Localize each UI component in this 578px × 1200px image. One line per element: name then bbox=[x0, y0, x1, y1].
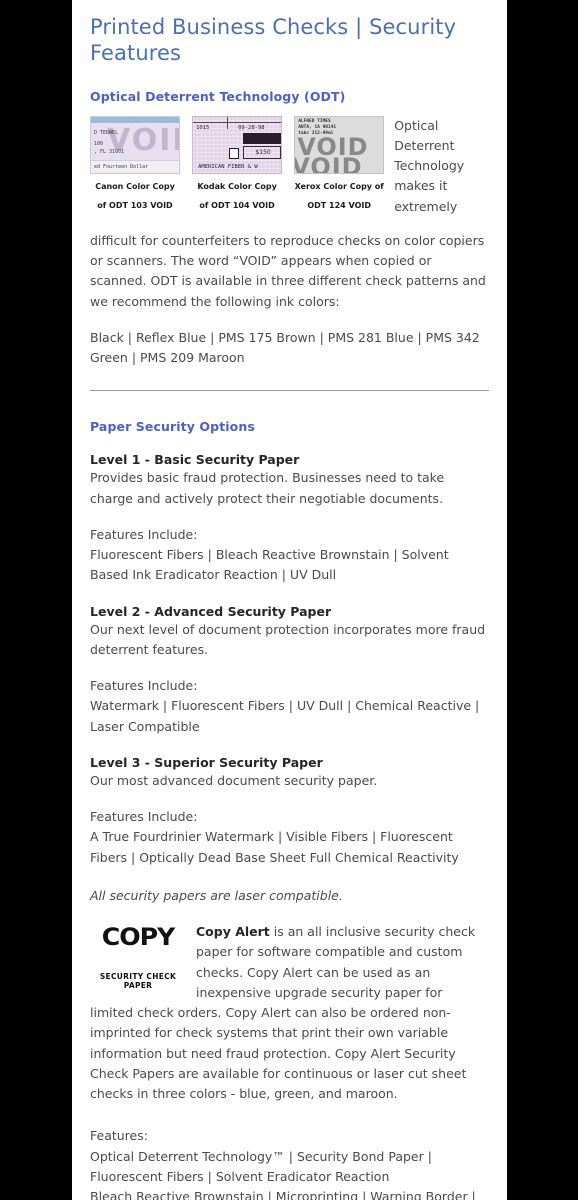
kodak-color-copy-image: 1015 09-28-98 $150 AMERICAN FIBER & W bbox=[192, 115, 283, 174]
level-3-title: Level 3 - Superior Security Paper bbox=[90, 754, 323, 770]
level-1-title: Level 1 - Basic Security Paper bbox=[90, 452, 300, 468]
check-line-1: D TERWEL bbox=[94, 129, 119, 136]
logo-word-alert: ALERT bbox=[98, 947, 178, 972]
check-date: 09-28-98 bbox=[238, 124, 265, 131]
odt-thumbnail-group: VOID D TERWEL 100 , FL 31001 ed Fourteen… bbox=[90, 115, 385, 212]
canon-color-copy-image: VOID D TERWEL 100 , FL 31001 ed Fourteen… bbox=[90, 115, 180, 174]
level-1-description: Provides basic fraud protection. Busines… bbox=[90, 470, 445, 506]
odt-lead-block: VOID D TERWEL 100 , FL 31001 ed Fourteen… bbox=[90, 115, 489, 217]
odt-body-text: difficult for counterfeiters to reproduc… bbox=[90, 232, 486, 309]
copy-alert-logo: COPY ALERT SECURITY CHECK PAPER bbox=[92, 925, 184, 990]
level-2-title: Level 2 - Advanced Security Paper bbox=[90, 603, 332, 619]
logo-copy-row: COPY bbox=[92, 925, 184, 949]
level-3-features-label: Features Include: bbox=[90, 809, 198, 824]
copy-alert-features: Optical Deterrent Technology™ | Security… bbox=[90, 1147, 489, 1200]
copy-alert-features-line-2: Bleach Reactive Brownstain | Microprinti… bbox=[90, 1189, 476, 1200]
document-page: Printed Business Checks | Security Featu… bbox=[72, 0, 507, 1200]
level-2-features: Watermark | Fluorescent Fibers | UV Dull… bbox=[90, 698, 480, 734]
thumbnail-kodak: 1015 09-28-98 $150 AMERICAN FIBER & W Ko… bbox=[192, 115, 283, 212]
logo-alert-row: ALERT bbox=[92, 949, 184, 970]
check-amount-box: $150 bbox=[243, 145, 282, 159]
check-line-2: ANTA, CA 90141 bbox=[298, 124, 337, 130]
check-small-square bbox=[229, 147, 240, 159]
paper-security-heading: Paper Security Options bbox=[90, 419, 255, 435]
level-1-features: Fluorescent Fibers | Bleach Reactive Bro… bbox=[90, 547, 449, 583]
level-2-features-label: Features Include: bbox=[90, 678, 198, 693]
void-watermark-text-2: VOID bbox=[294, 152, 363, 174]
check-bottom-text: ed Fourteen Dollar bbox=[94, 163, 149, 170]
copy-alert-lead-bold: Copy Alert bbox=[196, 924, 270, 939]
page-title: Printed Business Checks | Security Featu… bbox=[90, 15, 457, 66]
check-line-2: 100 bbox=[94, 140, 104, 147]
copy-alert-features-line-1: Optical Deterrent Technology™ | Security… bbox=[90, 1148, 432, 1184]
level-3-features: A True Fourdrinier Watermark | Visible F… bbox=[90, 827, 489, 868]
odt-ink-colors: Black | Reflex Blue | PMS 175 Brown | PM… bbox=[90, 329, 480, 365]
copy-alert-features-label: Features: bbox=[90, 1128, 148, 1144]
laser-compatible-note: All security papers are laser compatible… bbox=[90, 887, 343, 903]
check-line-3: , FL 31001 bbox=[94, 148, 125, 155]
logo-word-copy: COPY bbox=[101, 923, 175, 951]
odt-section-heading: Optical Deterrent Technology (ODT) bbox=[90, 88, 346, 104]
thumbnail-canon: VOID D TERWEL 100 , FL 31001 ed Fourteen… bbox=[90, 115, 180, 212]
level-3-description: Our most advanced document security pape… bbox=[90, 772, 378, 788]
check-top-rule bbox=[193, 121, 282, 123]
thumbnail-xerox: ALFRED TIMES ANTA, CA 90141 tabc 312-99m… bbox=[294, 115, 385, 212]
level-1-features-label: Features Include: bbox=[90, 526, 198, 542]
section-divider bbox=[90, 390, 489, 392]
xerox-color-copy-image: ALFRED TIMES ANTA, CA 90141 tabc 312-99m… bbox=[294, 115, 385, 174]
level-2-description: Our next level of document protection in… bbox=[90, 621, 486, 657]
thumbnail-caption: Xerox Color Copy of ODT 124 VOID bbox=[294, 181, 384, 210]
document-content: Printed Business Checks | Security Featu… bbox=[72, 0, 507, 1200]
logo-tagline: SECURITY CHECK PAPER bbox=[99, 972, 177, 990]
thumbnail-caption: Canon Color Copy of ODT 103 VOID bbox=[95, 181, 175, 210]
check-dark-block bbox=[243, 132, 282, 144]
check-divider-line bbox=[227, 116, 229, 129]
check-number: 1015 bbox=[196, 124, 210, 131]
copy-alert-block: COPY ALERT SECURITY CHECK PAPER Copy Ale… bbox=[90, 922, 489, 1104]
check-bottom-text: AMERICAN FIBER & W bbox=[198, 163, 258, 170]
level-3-features-line-2: Full Chemical Reactivity bbox=[309, 849, 459, 865]
thumbnail-caption: Kodak Color Copy of ODT 104 VOID bbox=[197, 181, 277, 210]
check-line-1: ALFRED TIMES bbox=[298, 118, 331, 124]
